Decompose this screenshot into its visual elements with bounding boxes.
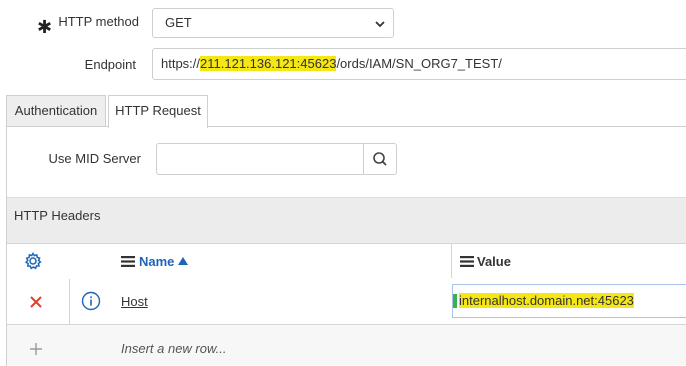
http-headers-title: HTTP Headers <box>14 208 101 223</box>
list-icon <box>121 256 135 267</box>
tab-authentication[interactable]: Authentication <box>6 95 106 127</box>
delete-x-icon[interactable] <box>29 295 43 309</box>
http-method-value: GET <box>165 15 192 30</box>
gear-icon[interactable] <box>23 251 43 271</box>
sort-up-icon[interactable] <box>177 256 189 266</box>
header-value-highlight: internalhost.domain.net:45623 <box>459 293 634 308</box>
http-headers-header <box>7 197 686 244</box>
edit-indicator <box>453 294 457 308</box>
mid-server-input[interactable] <box>156 143 364 175</box>
search-icon <box>373 152 387 166</box>
mid-server-search-button[interactable] <box>363 143 397 175</box>
list-icon <box>460 256 474 267</box>
column-divider <box>451 244 452 278</box>
mid-server-label: Use MID Server <box>48 151 141 166</box>
insert-row[interactable] <box>7 325 686 365</box>
column-value-header: Value <box>477 254 511 269</box>
endpoint-input[interactable]: https://211.121.136.121:45623/ords/IAM/S… <box>152 48 686 80</box>
endpoint-suffix: /ords/IAM/SN_ORG7_TEST/ <box>336 56 502 71</box>
tab-http-request[interactable]: HTTP Request <box>108 95 208 128</box>
info-icon[interactable] <box>81 291 101 311</box>
http-method-label: HTTP method <box>58 14 139 29</box>
header-name-link[interactable]: Host <box>121 294 148 309</box>
plus-icon[interactable] <box>29 342 43 356</box>
endpoint-prefix: https:// <box>161 56 201 71</box>
required-asterisk-icon: ✱ <box>37 17 53 37</box>
http-method-select[interactable]: GET <box>152 8 394 38</box>
headers-column-row <box>7 243 686 280</box>
endpoint-label: Endpoint <box>84 57 136 72</box>
endpoint-host-highlight: 211.121.136.121:45623 <box>200 56 337 71</box>
insert-new-row-placeholder[interactable]: Insert a new row... <box>121 341 227 356</box>
column-name-header[interactable]: Name <box>139 254 174 269</box>
header-value-field[interactable]: internalhost.domain.net:45623 <box>452 284 686 318</box>
chevron-down-icon <box>375 21 385 28</box>
